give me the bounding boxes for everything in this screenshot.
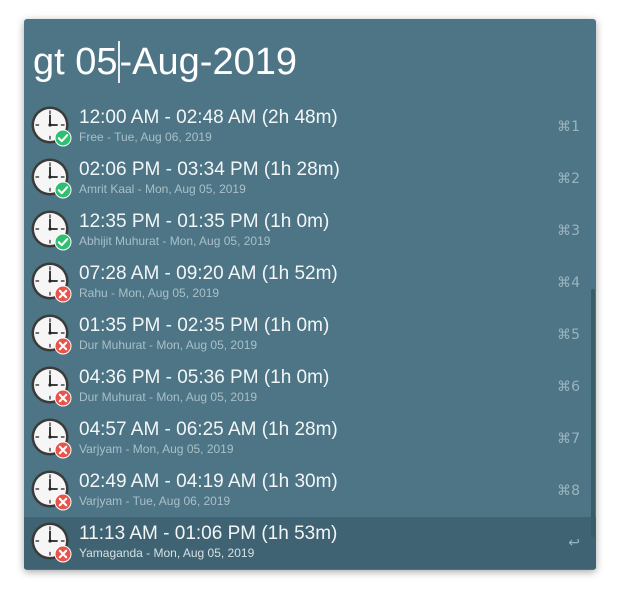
result-title: 02:06 PM - 03:34 PM (1h 28m) — [79, 159, 340, 180]
result-subtitle: Dur Muhurat - Mon, Aug 05, 2019 — [79, 338, 258, 352]
cross-badge-icon — [54, 493, 72, 511]
result-subtitle: Varjyam - Mon, Aug 05, 2019 — [79, 442, 234, 456]
result-title: 04:36 PM - 05:36 PM (1h 0m) — [79, 367, 330, 388]
clock-icon — [31, 418, 72, 459]
result-title: 07:28 AM - 09:20 AM (1h 52m) — [79, 263, 338, 284]
result-row[interactable]: 07:28 AM - 09:20 AM (1h 52m) Rahu - Mon,… — [24, 257, 596, 309]
result-title: 12:00 AM - 02:48 AM (2h 48m) — [79, 107, 338, 128]
result-row[interactable]: 04:36 PM - 05:36 PM (1h 0m) Dur Muhurat … — [24, 361, 596, 413]
shortcut-hint: ⌘4 — [557, 275, 580, 291]
launcher-window: gt 05 -Aug-2019 12:00 AM - 02:48 AM (2h 4… — [24, 19, 596, 570]
result-subtitle: Varjyam - Tue, Aug 06, 2019 — [79, 494, 231, 508]
clock-icon — [31, 106, 72, 147]
result-subtitle: Yamaganda - Mon, Aug 05, 2019 — [79, 546, 255, 560]
shortcut-hint: ⌘1 — [557, 119, 580, 135]
clock-icon — [31, 470, 72, 511]
scrollbar[interactable] — [591, 289, 595, 537]
result-row[interactable]: 02:49 AM - 04:19 AM (1h 30m) Varjyam - T… — [24, 465, 596, 517]
results-list: 12:00 AM - 02:48 AM (2h 48m) Free - Tue,… — [24, 101, 596, 569]
cross-badge-icon — [54, 337, 72, 355]
shortcut-hint: ⌘7 — [557, 431, 580, 447]
cross-badge-icon — [54, 389, 72, 407]
search-input[interactable]: gt 05 -Aug-2019 — [33, 37, 297, 87]
check-badge-icon — [54, 233, 72, 251]
result-title: 01:35 PM - 02:35 PM (1h 0m) — [79, 315, 330, 336]
clock-icon — [31, 262, 72, 303]
shortcut-hint: ⌘5 — [557, 327, 580, 343]
result-title: 02:49 AM - 04:19 AM (1h 30m) — [79, 471, 338, 492]
search-bar[interactable]: gt 05 -Aug-2019 — [24, 19, 596, 101]
clock-icon — [31, 158, 72, 199]
cross-badge-icon — [54, 545, 72, 563]
shortcut-hint: ⌘6 — [557, 379, 580, 395]
result-row[interactable]: 01:35 PM - 02:35 PM (1h 0m) Dur Muhurat … — [24, 309, 596, 361]
result-title: 04:57 AM - 06:25 AM (1h 28m) — [79, 419, 338, 440]
shortcut-hint: ⌘2 — [557, 171, 580, 187]
cross-badge-icon — [54, 441, 72, 459]
enter-shortcut-hint: ↩ — [568, 535, 580, 551]
result-row[interactable]: 02:06 PM - 03:34 PM (1h 28m) Amrit Kaal … — [24, 153, 596, 205]
result-row[interactable]: 12:00 AM - 02:48 AM (2h 48m) Free - Tue,… — [24, 101, 596, 153]
clock-icon — [31, 366, 72, 407]
result-subtitle: Rahu - Mon, Aug 05, 2019 — [79, 286, 220, 300]
cross-badge-icon — [54, 285, 72, 303]
result-row[interactable]: 04:57 AM - 06:25 AM (1h 28m) Varjyam - M… — [24, 413, 596, 465]
clock-icon — [31, 522, 72, 563]
clock-icon — [31, 210, 72, 251]
result-subtitle: Dur Muhurat - Mon, Aug 05, 2019 — [79, 390, 258, 404]
result-row[interactable]: 12:35 PM - 01:35 PM (1h 0m) Abhijit Muhu… — [24, 205, 596, 257]
query-text-before-caret: gt 05 — [33, 41, 118, 83]
result-title: 11:13 AM - 01:06 PM (1h 53m) — [79, 523, 338, 544]
shortcut-hint: ⌘3 — [557, 223, 580, 239]
shortcut-hint: ⌘8 — [557, 483, 580, 499]
clock-icon — [31, 314, 72, 355]
result-subtitle: Abhijit Muhurat - Mon, Aug 05, 2019 — [79, 234, 271, 248]
query-text-after-caret: -Aug-2019 — [119, 41, 297, 83]
result-title: 12:35 PM - 01:35 PM (1h 0m) — [79, 211, 330, 232]
check-badge-icon — [54, 181, 72, 199]
result-row[interactable]: 11:13 AM - 01:06 PM (1h 53m) Yamaganda -… — [24, 517, 596, 569]
result-subtitle: Amrit Kaal - Mon, Aug 05, 2019 — [79, 182, 246, 196]
result-subtitle: Free - Tue, Aug 06, 2019 — [79, 130, 212, 144]
check-badge-icon — [54, 129, 72, 147]
